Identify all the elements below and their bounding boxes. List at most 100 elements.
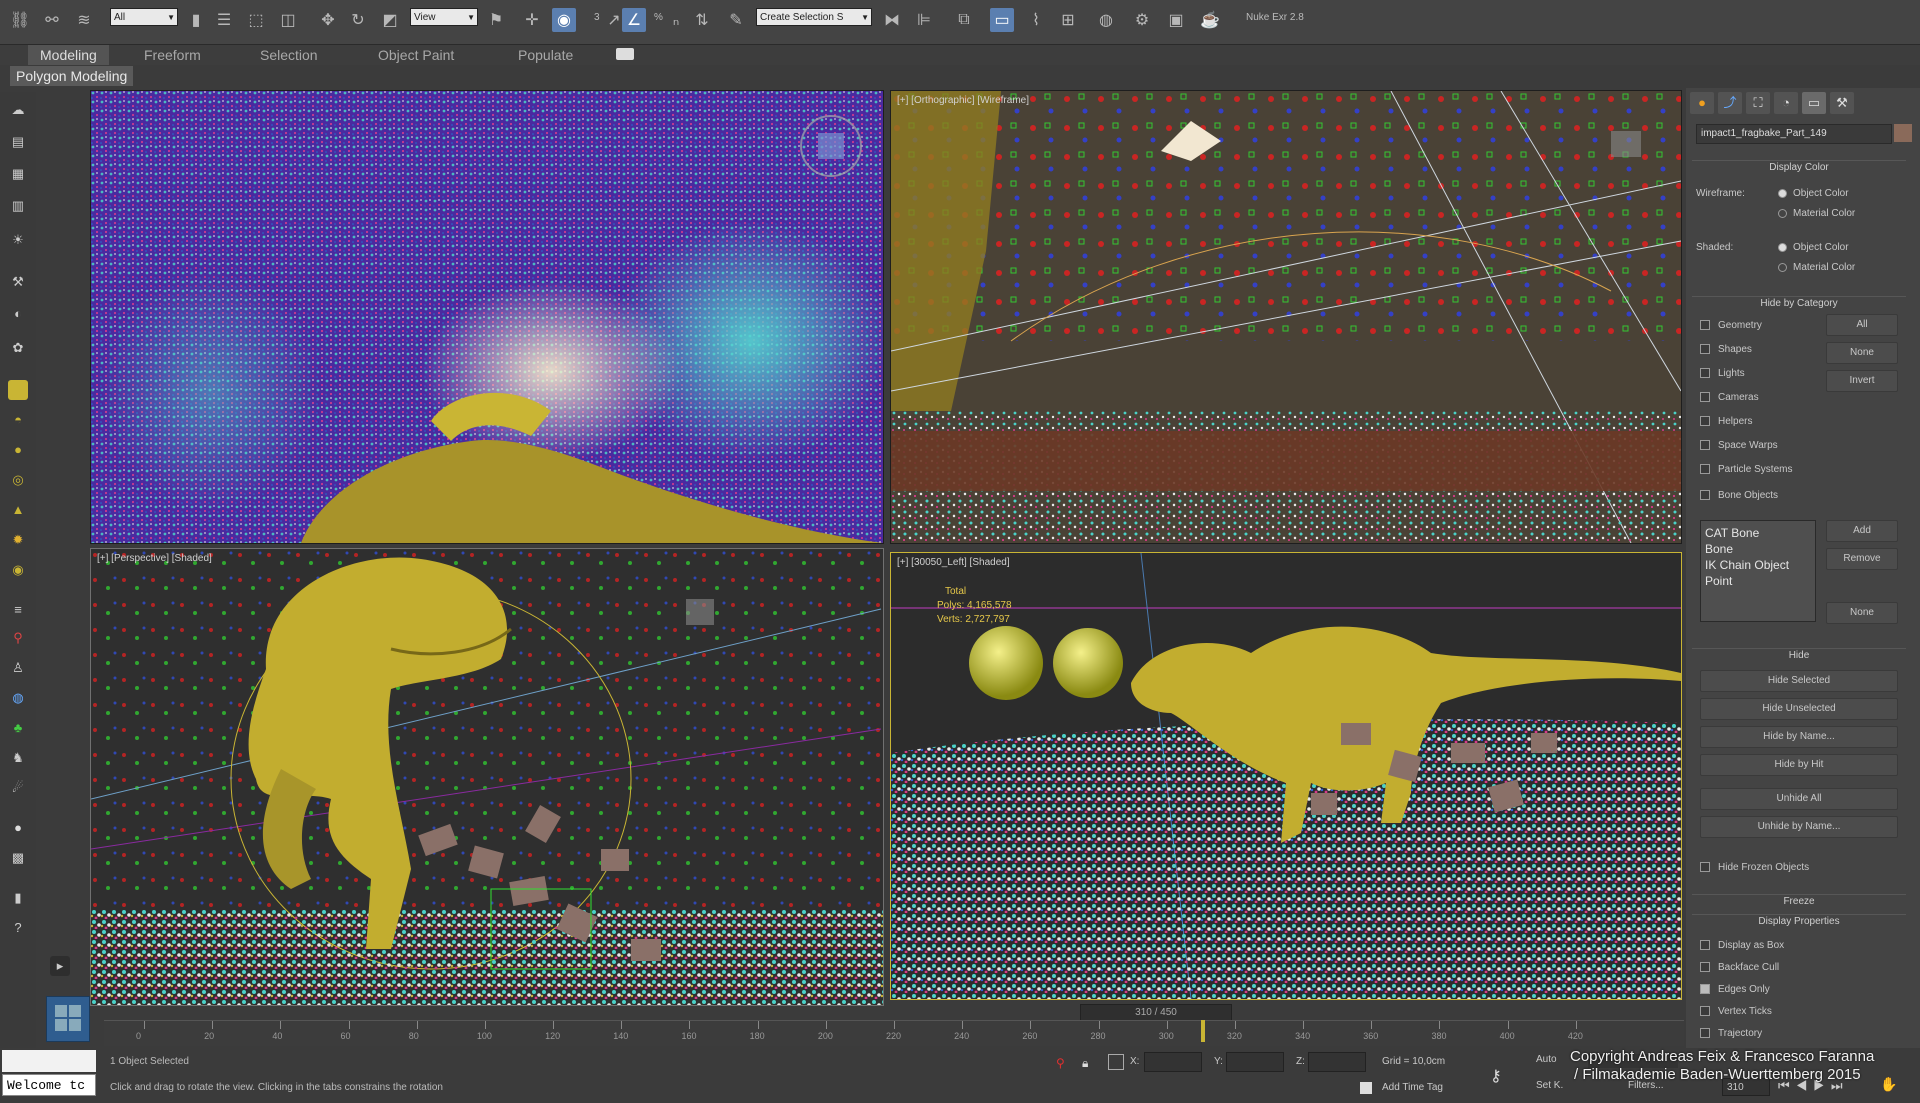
plant-icon[interactable]: ♣ [8, 718, 28, 738]
vertex-ticks-checkbox[interactable]: Vertex Ticks [1700, 1006, 1772, 1017]
light-bulb-icon[interactable]: ☀ [8, 230, 28, 250]
category-bone-objects[interactable]: Bone Objects [1700, 490, 1778, 501]
rotate-icon[interactable]: ↻ [346, 8, 370, 32]
category-none-button[interactable]: None [1826, 342, 1898, 364]
keyboard-shortcut-icon[interactable]: ◉ [552, 8, 576, 32]
viewport-label[interactable]: [+] [Perspective] [Shaded] [97, 553, 212, 564]
pivot-icon[interactable]: ⚑ [484, 8, 508, 32]
selection-filter-dropdown[interactable]: All ▼ [110, 8, 178, 26]
rendered-frame-icon[interactable]: ▣ [1164, 8, 1188, 32]
select-object-icon[interactable]: ▮ [184, 8, 208, 32]
render-setup-icon[interactable]: ⚙ [1130, 8, 1154, 32]
unlink-icon[interactable]: ⚯ [40, 8, 64, 32]
disc-icon[interactable]: ◉ [8, 560, 28, 580]
help-icon[interactable]: ? [8, 918, 28, 938]
category-space-warps[interactable]: Space Warps [1700, 440, 1778, 451]
white-sphere-icon[interactable]: ● [8, 818, 28, 838]
z-coord-field[interactable] [1308, 1052, 1366, 1072]
utilities-tab-icon[interactable]: ⚒ [1830, 92, 1854, 114]
cone-icon[interactable]: ▲ [8, 500, 28, 520]
category-invert-button[interactable]: Invert [1826, 370, 1898, 392]
hide-unselected-button[interactable]: Hide Unselected [1700, 698, 1898, 720]
display-icon[interactable]: ▥ [8, 196, 28, 216]
category-lights[interactable]: Lights [1700, 368, 1745, 379]
time-tag-icon[interactable] [1360, 1082, 1372, 1094]
list-remove-button[interactable]: Remove [1826, 548, 1898, 570]
trajectory-checkbox[interactable]: Trajectory [1700, 1028, 1762, 1039]
ribbon-toggle-icon[interactable] [616, 48, 634, 60]
shaded-material-color[interactable]: Material Color [1778, 262, 1855, 273]
tab-object-paint[interactable]: Object Paint [366, 45, 466, 65]
scene-explorer-icon[interactable]: ▤ [8, 132, 28, 152]
list-none-button[interactable]: None [1826, 602, 1898, 624]
edges-only-checkbox[interactable]: Edges Only [1700, 984, 1770, 995]
link-icon[interactable]: ⛓ [8, 8, 32, 32]
bind-spacewarp-icon[interactable]: ≋ [72, 8, 96, 32]
list-item[interactable]: CAT Bone [1705, 525, 1811, 541]
auto-key-button[interactable]: Auto [1536, 1054, 1557, 1065]
tab-selection[interactable]: Selection [248, 45, 330, 65]
toggle-ribbon-icon[interactable]: ▭ [990, 8, 1014, 32]
display-tab-icon[interactable]: ▭ [1802, 92, 1826, 114]
motion-tab-icon[interactable]: ◔ [1774, 92, 1798, 114]
ribbon-sub-panel-label[interactable]: Polygon Modeling [10, 66, 134, 86]
hide-by-name-button[interactable]: Hide by Name... [1700, 726, 1898, 748]
tab-modeling[interactable]: Modeling [28, 45, 109, 65]
create-tab-icon[interactable]: ● [1690, 92, 1714, 114]
select-manipulate-icon[interactable]: ✛ [520, 8, 544, 32]
window-crossing-icon[interactable]: ◫ [276, 8, 300, 32]
hair-icon[interactable]: ≡ [8, 600, 28, 620]
backface-cull-checkbox[interactable]: Backface Cull [1700, 962, 1779, 973]
named-selection-dropdown[interactable]: Create Selection S ▼ [756, 8, 872, 26]
helper-icon[interactable]: ✿ [8, 338, 28, 358]
display-properties-header[interactable]: Display Properties [1692, 914, 1906, 929]
pin-icon[interactable]: ⚲ [1056, 1056, 1065, 1070]
category-all-button[interactable]: All [1826, 314, 1898, 336]
angle-snap-icon[interactable]: ∠ [622, 8, 646, 32]
category-helpers[interactable]: Helpers [1700, 416, 1752, 427]
layer-icon[interactable]: ▦ [8, 164, 28, 184]
layer-explorer-icon[interactable]: ⧉ [952, 8, 976, 32]
lock-icon[interactable]: 🔒︎ [1082, 1056, 1088, 1071]
viewport-nav-icon[interactable]: ✋ [1880, 1076, 1897, 1093]
viewport-top-right[interactable]: [+] [Orthographic] [Wireframe] [890, 90, 1682, 544]
viewport-bottom-right[interactable]: [+] [30050_Left] [Shaded] Total Polys: 4… [890, 552, 1682, 1000]
y-coord-field[interactable] [1226, 1052, 1284, 1072]
key-icon[interactable]: ⚷ [1490, 1066, 1502, 1086]
display-as-box-checkbox[interactable]: Display as Box [1700, 940, 1784, 951]
render-icon[interactable]: ☕ [1198, 8, 1222, 32]
category-cameras[interactable]: Cameras [1700, 392, 1759, 403]
globe-icon[interactable]: ◍ [8, 688, 28, 708]
abs-mode-icon[interactable] [1108, 1054, 1124, 1070]
select-by-name-icon[interactable]: ☰ [212, 8, 236, 32]
list-item[interactable]: Bone [1705, 541, 1811, 557]
tab-freeform[interactable]: Freeform [132, 45, 213, 65]
deer-icon[interactable]: ♞ [8, 748, 28, 768]
wireframe-object-color[interactable]: Object Color [1778, 188, 1849, 199]
curve-editor-icon[interactable]: ⌇ [1024, 8, 1048, 32]
list-add-button[interactable]: Add [1826, 520, 1898, 542]
sphere-icon[interactable]: ● [8, 440, 28, 460]
hide-selected-button[interactable]: Hide Selected [1700, 670, 1898, 692]
list-item[interactable]: Point [1705, 573, 1811, 589]
object-name-field[interactable]: impact1_fragbake_Part_149 [1696, 124, 1892, 144]
category-list[interactable]: CAT Bone Bone IK Chain Object Point [1700, 520, 1816, 622]
bones-icon[interactable]: ⚲ [8, 628, 28, 648]
category-geometry[interactable]: Geometry [1700, 320, 1762, 331]
wrench-icon[interactable]: ⚒ [8, 272, 28, 292]
hide-by-hit-button[interactable]: Hide by Hit [1700, 754, 1898, 776]
plane-icon[interactable] [8, 380, 28, 400]
viewport-label[interactable]: [+] [30050_Left] [Shaded] [897, 557, 1010, 568]
hide-frozen-checkbox[interactable]: Hide Frozen Objects [1700, 862, 1809, 873]
hide-by-category-header[interactable]: Hide by Category [1692, 296, 1906, 311]
object-color-swatch[interactable] [1894, 124, 1912, 142]
align-icon[interactable]: ⊫ [912, 8, 936, 32]
category-shapes[interactable]: Shapes [1700, 344, 1752, 355]
category-particle-systems[interactable]: Particle Systems [1700, 464, 1792, 475]
material-editor-icon[interactable]: ◍ [1094, 8, 1118, 32]
torus-icon[interactable]: ◎ [8, 470, 28, 490]
freeze-header[interactable]: Freeze [1692, 894, 1906, 909]
hierarchy-tab-icon[interactable]: ⛶ [1746, 92, 1770, 114]
viewport-top-left[interactable] [90, 90, 884, 544]
timeline-track[interactable]: 0 20 40 60 80 100 120 140 160 180 200 220 240 260 280 3… [104, 1020, 1684, 1046]
